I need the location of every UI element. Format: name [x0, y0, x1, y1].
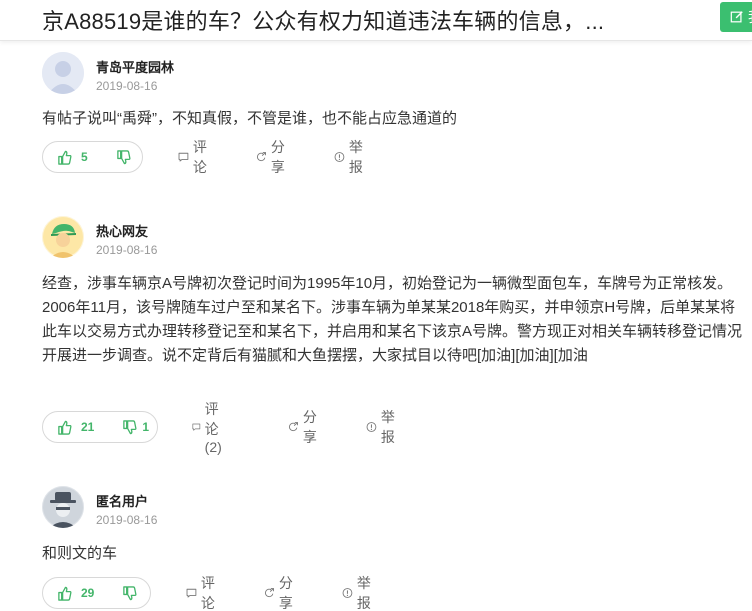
edit-icon [730, 11, 743, 23]
comment-content: 有帖子说叫“禹舜”，不知真假，不管是谁，也不能占应急通道的 [42, 110, 457, 127]
comment-icon [192, 423, 201, 431]
dislike-count: 1 [142, 420, 150, 434]
comment-content: 经查，涉事车辆京A号牌初次登记时间为1995年10月，初始登记为一辆微型面包车，… [42, 275, 743, 364]
like-button[interactable]: 5 [43, 142, 102, 172]
like-count: 5 [81, 150, 88, 164]
share-icon [265, 588, 274, 598]
report-label: 举报 [356, 575, 371, 611]
report-label: 举报 [380, 409, 395, 445]
comment-date: 2019-08-16 [96, 243, 158, 257]
like-count: 21 [81, 420, 95, 434]
vote-box: 5 [42, 141, 143, 173]
username[interactable]: 青岛平度园林 [96, 57, 174, 76]
write-answer-label: 我 [748, 7, 752, 27]
page: 京A88519是谁的车？公众有权力知道违法车辆的信息，... 我 青岛平度园林 … [0, 0, 752, 611]
report-icon [366, 422, 377, 432]
comment-icon [186, 588, 197, 598]
comment-label: 评论(2) [204, 401, 222, 455]
report-button[interactable]: 举报 [342, 575, 376, 611]
username[interactable]: 匿名用户 [96, 491, 148, 510]
thumbs-down-icon [123, 585, 137, 600]
share-icon [257, 152, 266, 162]
like-count: 29 [81, 586, 95, 600]
report-button[interactable]: 举报 [366, 409, 400, 445]
like-button[interactable]: 29 [43, 578, 108, 608]
thumbs-down-icon [123, 419, 137, 434]
like-button[interactable]: 21 [43, 412, 108, 442]
question-title: 京A88519是谁的车？公众有权力知道违法车辆的信息，... [42, 9, 605, 34]
comment-icon [178, 152, 189, 162]
share-label: 分享 [270, 139, 285, 175]
comment-label: 评论 [200, 575, 215, 611]
share-button[interactable]: 分享 [264, 575, 298, 611]
comment-button[interactable]: 评论(2) [192, 401, 229, 455]
comment-date: 2019-08-16 [96, 513, 158, 527]
report-icon [342, 588, 353, 598]
dislike-button[interactable] [108, 578, 151, 608]
avatar[interactable] [42, 216, 84, 258]
dislike-button[interactable]: 1 [108, 412, 159, 442]
thumbs-down-icon [116, 149, 131, 164]
share-label: 分享 [302, 409, 317, 445]
comment-content: 和则文的车 [42, 545, 118, 562]
report-button[interactable]: 举报 [334, 139, 368, 175]
share-button[interactable]: 分享 [288, 409, 322, 445]
avatar[interactable] [42, 52, 84, 94]
comment-button[interactable]: 评论 [186, 575, 220, 611]
thumbs-up-icon [58, 586, 72, 601]
write-answer-button[interactable]: 我 [720, 2, 752, 32]
thumbs-up-icon [58, 150, 72, 165]
comment-label: 评论 [192, 139, 207, 175]
report-label: 举报 [348, 139, 363, 175]
comment-button[interactable]: 评论 [178, 139, 212, 175]
vote-box: 29 [42, 577, 151, 609]
question-header: 京A88519是谁的车？公众有权力知道违法车辆的信息，... 我 [0, 0, 752, 41]
dislike-button[interactable] [102, 142, 145, 172]
share-icon [289, 422, 298, 432]
thumbs-up-icon [58, 420, 72, 435]
username[interactable]: 热心网友 [96, 221, 148, 240]
share-label: 分享 [278, 575, 293, 611]
avatar[interactable] [42, 486, 84, 528]
vote-box: 21 1 [42, 411, 158, 443]
share-button[interactable]: 分享 [256, 139, 290, 175]
report-icon [334, 152, 345, 162]
comment-date: 2019-08-16 [96, 79, 158, 93]
